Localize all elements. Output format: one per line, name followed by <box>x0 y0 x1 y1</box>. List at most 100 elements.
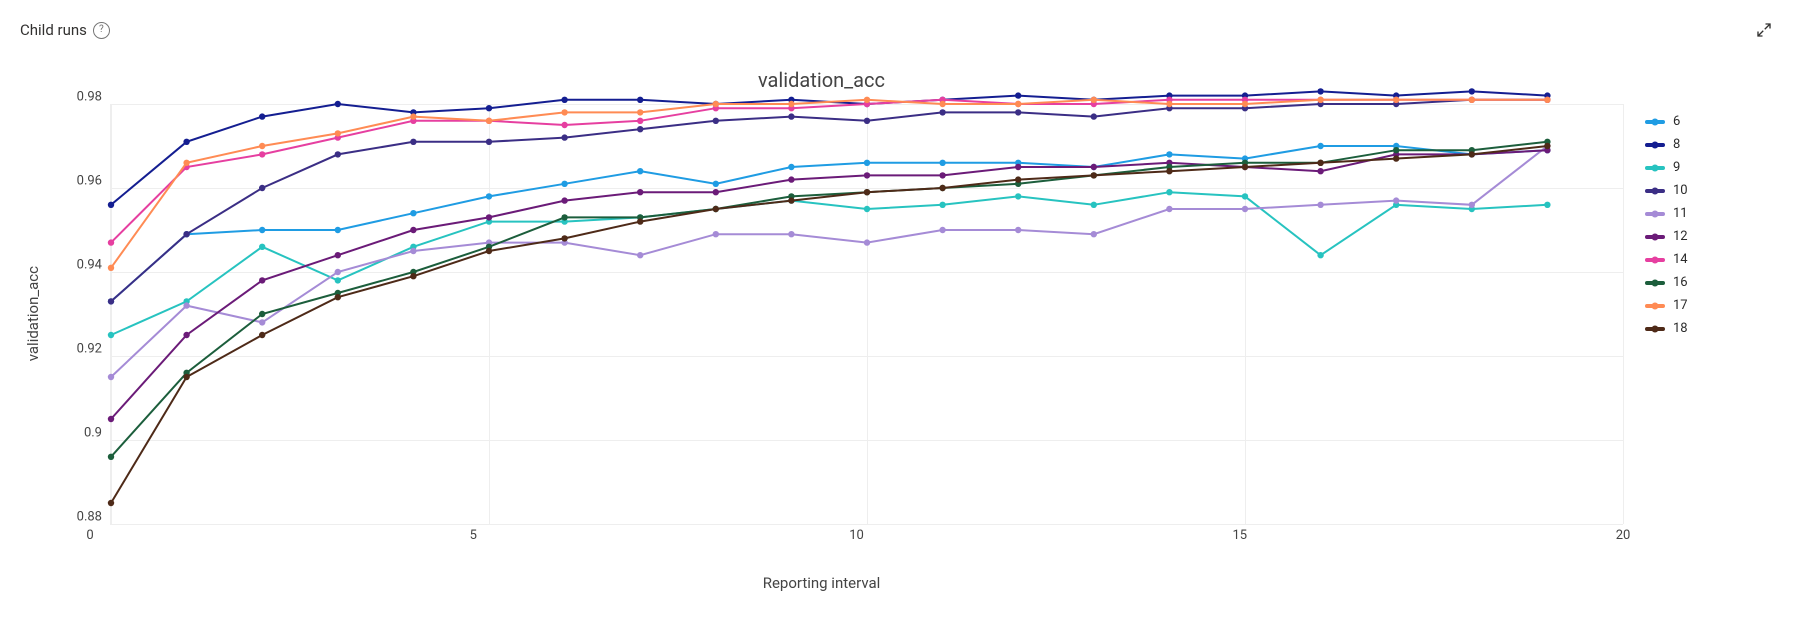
series-marker[interactable] <box>335 252 341 258</box>
series-marker[interactable] <box>335 277 341 283</box>
series-marker[interactable] <box>1091 201 1097 207</box>
series-marker[interactable] <box>637 168 643 174</box>
series-marker[interactable] <box>1317 201 1323 207</box>
series-marker[interactable] <box>1393 197 1399 203</box>
series-marker[interactable] <box>1317 168 1323 174</box>
series-marker[interactable] <box>939 201 945 207</box>
series-marker[interactable] <box>1166 100 1172 106</box>
series-marker[interactable] <box>259 331 265 337</box>
series-marker[interactable] <box>1015 176 1021 182</box>
series-marker[interactable] <box>561 197 567 203</box>
series-marker[interactable] <box>637 126 643 132</box>
series-marker[interactable] <box>259 277 265 283</box>
series-marker[interactable] <box>1317 252 1323 258</box>
series-line[interactable] <box>111 192 1547 335</box>
series-marker[interactable] <box>1317 159 1323 165</box>
series-line[interactable] <box>111 150 1547 419</box>
series-marker[interactable] <box>1015 100 1021 106</box>
series-marker[interactable] <box>637 189 643 195</box>
series-marker[interactable] <box>410 113 416 119</box>
series-marker[interactable] <box>108 415 114 421</box>
series-marker[interactable] <box>788 197 794 203</box>
series-marker[interactable] <box>259 226 265 232</box>
series-marker[interactable] <box>183 331 189 337</box>
series-marker[interactable] <box>637 109 643 115</box>
series-marker[interactable] <box>713 231 719 237</box>
series-marker[interactable] <box>1469 96 1475 102</box>
series-marker[interactable] <box>939 100 945 106</box>
series-marker[interactable] <box>259 319 265 325</box>
series-marker[interactable] <box>335 100 341 106</box>
legend-item[interactable]: 11 <box>1645 206 1775 221</box>
series-marker[interactable] <box>335 268 341 274</box>
series-marker[interactable] <box>1091 96 1097 102</box>
series-marker[interactable] <box>864 189 870 195</box>
series-marker[interactable] <box>1393 155 1399 161</box>
series-marker[interactable] <box>486 247 492 253</box>
series-marker[interactable] <box>108 201 114 207</box>
series-marker[interactable] <box>183 373 189 379</box>
series-marker[interactable] <box>1544 201 1550 207</box>
legend-item[interactable]: 10 <box>1645 183 1775 198</box>
series-marker[interactable] <box>1393 147 1399 153</box>
series-marker[interactable] <box>486 214 492 220</box>
series-marker[interactable] <box>410 210 416 216</box>
series-marker[interactable] <box>410 138 416 144</box>
legend-item[interactable]: 16 <box>1645 275 1775 290</box>
series-marker[interactable] <box>788 100 794 106</box>
series-marker[interactable] <box>864 159 870 165</box>
legend-item[interactable]: 17 <box>1645 298 1775 313</box>
series-marker[interactable] <box>1091 113 1097 119</box>
series-marker[interactable] <box>1544 142 1550 148</box>
series-marker[interactable] <box>637 252 643 258</box>
series-marker[interactable] <box>259 113 265 119</box>
series-marker[interactable] <box>637 218 643 224</box>
series-marker[interactable] <box>259 151 265 157</box>
series-marker[interactable] <box>939 109 945 115</box>
series-marker[interactable] <box>561 235 567 241</box>
series-marker[interactable] <box>108 264 114 270</box>
series-marker[interactable] <box>335 294 341 300</box>
series-marker[interactable] <box>108 331 114 337</box>
series-marker[interactable] <box>335 151 341 157</box>
series-marker[interactable] <box>335 130 341 136</box>
series-line[interactable] <box>111 99 1547 267</box>
series-marker[interactable] <box>864 96 870 102</box>
series-marker[interactable] <box>788 163 794 169</box>
series-marker[interactable] <box>864 205 870 211</box>
series-marker[interactable] <box>259 243 265 249</box>
series-marker[interactable] <box>637 96 643 102</box>
help-icon[interactable]: ? <box>93 22 110 39</box>
series-marker[interactable] <box>108 453 114 459</box>
series-marker[interactable] <box>713 117 719 123</box>
series-marker[interactable] <box>1166 168 1172 174</box>
series-marker[interactable] <box>183 231 189 237</box>
series-marker[interactable] <box>864 239 870 245</box>
series-marker[interactable] <box>561 134 567 140</box>
series-marker[interactable] <box>1393 96 1399 102</box>
series-marker[interactable] <box>561 180 567 186</box>
series-marker[interactable] <box>637 117 643 123</box>
series-marker[interactable] <box>939 184 945 190</box>
series-marker[interactable] <box>713 189 719 195</box>
series-marker[interactable] <box>561 96 567 102</box>
series-marker[interactable] <box>1469 88 1475 94</box>
series-marker[interactable] <box>410 247 416 253</box>
series-marker[interactable] <box>183 138 189 144</box>
series-marker[interactable] <box>335 226 341 232</box>
series-marker[interactable] <box>1317 96 1323 102</box>
series-line[interactable] <box>111 99 1547 242</box>
series-marker[interactable] <box>864 172 870 178</box>
series-marker[interactable] <box>1015 163 1021 169</box>
series-marker[interactable] <box>1091 231 1097 237</box>
series-marker[interactable] <box>1317 88 1323 94</box>
legend-item[interactable]: 9 <box>1645 160 1775 175</box>
series-marker[interactable] <box>1166 205 1172 211</box>
legend-item[interactable]: 6 <box>1645 114 1775 129</box>
series-marker[interactable] <box>1242 193 1248 199</box>
series-marker[interactable] <box>259 142 265 148</box>
series-marker[interactable] <box>939 159 945 165</box>
series-line[interactable] <box>111 141 1547 456</box>
series-marker[interactable] <box>1015 226 1021 232</box>
legend-item[interactable]: 8 <box>1645 137 1775 152</box>
